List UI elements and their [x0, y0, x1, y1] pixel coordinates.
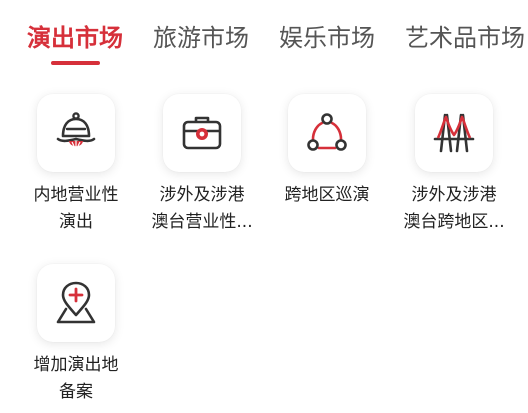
tour-route-icon — [307, 113, 347, 151]
tab-tourism-market[interactable]: 旅游市场 — [153, 22, 249, 54]
bell-icon — [56, 112, 96, 147]
service-icon-card — [288, 94, 366, 172]
service-icon-card — [163, 94, 241, 172]
active-tab-indicator — [51, 61, 100, 65]
tab-performance-market[interactable]: 演出市场 — [27, 22, 123, 54]
service-icon-card — [415, 94, 493, 172]
location-add-icon — [56, 281, 96, 324]
service-label: 跨地区巡演 — [284, 185, 370, 205]
tab-entertainment-market[interactable]: 娱乐市场 — [279, 22, 375, 54]
service-label: 涉外及涉港 澳台跨地区... — [403, 185, 505, 232]
service-icon-card — [37, 94, 115, 172]
service-icon-card — [37, 264, 115, 342]
service-label: 内地营业性 演出 — [33, 185, 119, 232]
tab-art-market[interactable]: 艺术品市场 — [405, 22, 525, 54]
market-tabs: 演出市场 旅游市场 娱乐市场 艺术品市场 — [0, 0, 528, 70]
service-label: 涉外及涉港 澳台营业性... — [151, 185, 253, 232]
bridge-icon — [433, 113, 475, 153]
briefcase-icon — [182, 116, 222, 150]
service-label: 增加演出地 备案 — [33, 355, 119, 402]
